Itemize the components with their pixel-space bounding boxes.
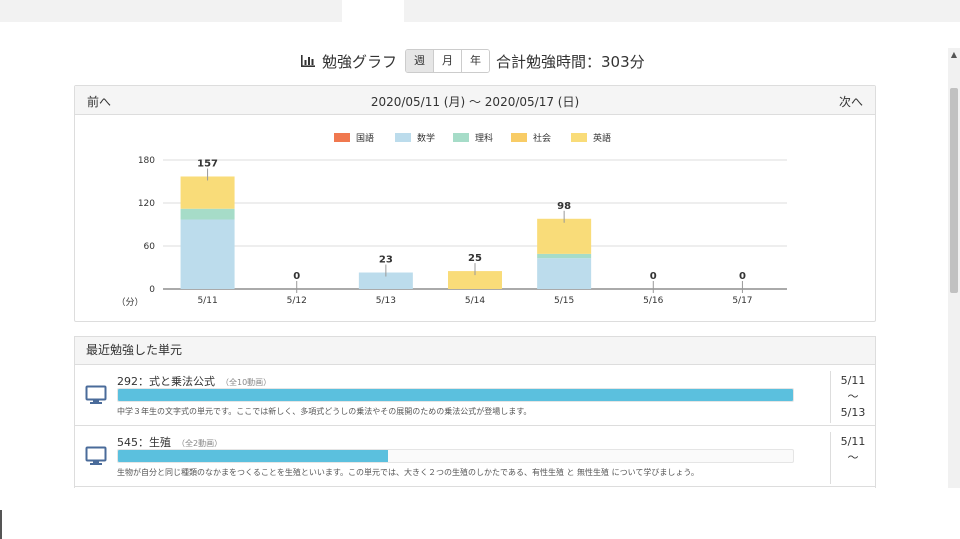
window-edge [0, 510, 2, 539]
total-study-time: 合計勉強時間：303分 [496, 52, 645, 71]
bar-total-label: 23 [379, 255, 393, 266]
y-axis-label: （分） [116, 297, 143, 308]
scroll-up-arrow-icon[interactable]: ▲ [948, 48, 960, 62]
x-tick-label: 5/15 [554, 296, 574, 306]
unit-description: 中学３年生の文字式の単元です。ここでは新しく、多項式どうしの乗法やその展開のため… [117, 407, 532, 416]
y-tick-label: 0 [149, 285, 155, 295]
unit-date-tilde: 〜 [847, 451, 859, 464]
unit-video-count: （全2動画） [177, 439, 223, 448]
bar-segment [180, 176, 235, 209]
unit-video-count: （全10動画） [221, 378, 272, 387]
recent-unit-row[interactable]: 292：式と乗法公式 （全10動画） 中学３年生の文字式の単元です。ここでは新しく… [75, 365, 875, 426]
x-tick-label: 5/14 [465, 296, 485, 306]
unit-date-start: 5/11 [840, 374, 866, 387]
legend-swatch [511, 133, 527, 142]
period-year-button[interactable]: 年 [462, 50, 490, 72]
unit-title[interactable]: 292：式と乗法公式 （全10動画） [117, 373, 271, 389]
date-range: 2020/05/11 (月) 〜 2020/05/17 (日) [370, 95, 580, 109]
recent-unit-row[interactable]: 545：生殖 （全2動画） 生物が自分と同じ種類のなかまをつくることを生殖といいま… [75, 426, 875, 487]
legend-label: 理科 [475, 132, 493, 144]
legend-swatch [571, 133, 587, 142]
bar-segment [180, 208, 235, 220]
unit-dates: 5/11 〜 [830, 432, 875, 484]
recent-units-panel: 最近勉強した単元 292：式と乗法公式 （全10動画） 中学３年生の文字式の単元で… [74, 336, 876, 489]
next-week-link[interactable]: 次へ [839, 93, 863, 110]
period-toggle: 週 月 年 [405, 49, 491, 73]
unit-title[interactable]: 545：生殖 （全2動画） [117, 434, 222, 450]
legend-swatch [395, 133, 411, 142]
unit-date-start: 5/11 [840, 435, 866, 448]
y-tick-label: 180 [138, 156, 155, 166]
unit-progress-bar [117, 388, 794, 402]
x-tick-label: 5/16 [643, 296, 663, 306]
graph-title: 勉強グラフ [322, 52, 398, 71]
bar-chart-icon [301, 55, 315, 67]
bar-total-label: 0 [650, 271, 657, 282]
legend-swatch [453, 133, 469, 142]
x-tick-label: 5/13 [376, 296, 396, 306]
legend-label: 社会 [533, 132, 551, 144]
chart-panel-header: 前へ 2020/05/11 (月) 〜 2020/05/17 (日) 次へ [75, 86, 875, 115]
video-monitor-icon [85, 385, 107, 404]
chart-panel: 前へ 2020/05/11 (月) 〜 2020/05/17 (日) 次へ 18… [74, 85, 876, 322]
legend-label: 国語 [356, 132, 374, 144]
x-tick-label: 5/12 [287, 296, 307, 306]
bar-total-label: 0 [739, 271, 746, 282]
bar-total-label: 25 [468, 253, 482, 264]
unit-description: 生物が自分と同じ種類のなかまをつくることを生殖といいます。この単元では、大きく２… [117, 468, 699, 477]
scroll-thumb[interactable] [950, 88, 958, 293]
y-tick-label: 60 [144, 242, 156, 252]
bar-segment [537, 218, 592, 254]
legend-label: 英語 [593, 132, 611, 144]
bar-total-label: 98 [557, 201, 571, 212]
graph-header: 勉強グラフ 週 月 年 合計勉強時間：303分 [300, 48, 645, 74]
x-tick-label: 5/11 [197, 296, 217, 306]
period-week-button[interactable]: 週 [406, 50, 435, 72]
page-scrollbar[interactable]: ▲ [948, 48, 960, 488]
legend-swatch [334, 133, 350, 142]
unit-progress-fill [118, 450, 388, 462]
study-chart: 180 120 60 0 （分） 国語 数学 理科 社会 英語 157 5/11 0 5/12 23 5/13… [116, 132, 787, 308]
unit-date-tilde: 〜 [847, 390, 859, 403]
video-monitor-icon [85, 446, 107, 465]
unit-dates: 5/11 〜 5/13 [830, 371, 875, 423]
bar-total-label: 157 [197, 158, 218, 169]
y-tick-label: 120 [138, 199, 155, 209]
bar-segment [537, 253, 592, 259]
legend-label: 数学 [417, 132, 435, 144]
x-tick-label: 5/17 [732, 296, 752, 306]
unit-progress-bar [117, 449, 794, 463]
unit-progress-fill [118, 389, 793, 401]
recent-units-title: 最近勉強した単元 [75, 337, 875, 365]
page-bottom [0, 488, 948, 539]
unit-date-end: 5/13 [840, 406, 866, 419]
period-month-button[interactable]: 月 [434, 50, 463, 72]
browser-top-strip [0, 0, 960, 22]
bar-total-label: 0 [293, 271, 300, 282]
bar-segment [537, 258, 592, 289]
bar-segment [180, 219, 235, 289]
